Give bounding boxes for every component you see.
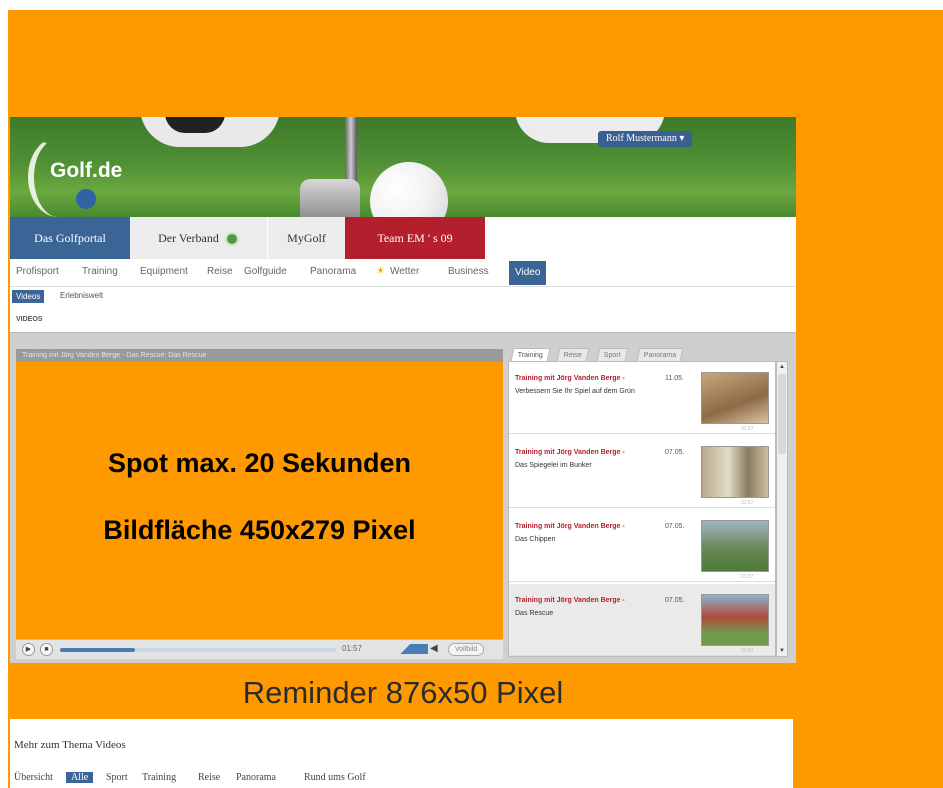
volume-slider[interactable] xyxy=(382,644,428,654)
tab-team-em[interactable]: Team EM ' s 09 xyxy=(345,217,485,259)
tab-verband[interactable]: Der Verband xyxy=(130,217,267,259)
filter-sport[interactable]: Sport xyxy=(106,772,128,783)
tab-verband-label: Der Verband xyxy=(158,231,219,245)
nav-item-profisport[interactable]: Profisport xyxy=(16,266,59,277)
playlist-scrollbar[interactable]: ▲ ▼ xyxy=(776,361,788,657)
spot-duration-label: Spot max. 20 Sekunden xyxy=(107,448,412,478)
player-title: Training mit Jörg Vanden Berge - Das Res… xyxy=(16,349,503,362)
nav-item-reise[interactable]: Reise xyxy=(207,266,233,277)
video-thumbnail[interactable] xyxy=(701,594,769,646)
progress-fill xyxy=(60,648,135,652)
time-display: 01:57 xyxy=(342,644,363,653)
video-thumbnail[interactable] xyxy=(701,372,769,424)
tab-training[interactable]: Training xyxy=(510,348,551,361)
subnav-item-videos[interactable]: Videos xyxy=(12,290,45,303)
verband-seal-icon xyxy=(224,232,239,247)
subnav-item-erlebniswelt[interactable]: Erlebniswelt xyxy=(60,291,103,300)
list-item-duration: 01:57 xyxy=(741,426,754,432)
header-banner: Golf.de Rolf Mustermann ▾ xyxy=(10,117,796,217)
nav-item-training[interactable]: Training xyxy=(82,266,118,277)
scroll-thumb[interactable] xyxy=(778,374,786,454)
nav-item-panorama[interactable]: Panorama xyxy=(310,266,356,277)
list-item-duration: 01:57 xyxy=(741,648,754,654)
sub-nav: Videos Erlebniswelt xyxy=(10,287,796,307)
user-menu-button[interactable]: Rolf Mustermann ▾ xyxy=(598,131,693,147)
breadcrumb-bar: VIDEOS xyxy=(10,307,796,333)
filter-training[interactable]: Training xyxy=(142,772,176,783)
filter-panorama[interactable]: Panorama xyxy=(236,772,276,783)
list-item-desc: Das Spiegelei im Bunker xyxy=(515,462,592,469)
nav-item-wetter[interactable]: Wetter xyxy=(390,266,419,277)
section-title: Mehr zum Thema Videos xyxy=(14,739,126,751)
site-logo[interactable]: Golf.de xyxy=(50,159,122,183)
list-item-date: 11.05. xyxy=(665,375,684,382)
list-item-title: Training mit Jörg Vanden Berge - xyxy=(515,597,625,604)
breadcrumb: VIDEOS xyxy=(16,316,43,323)
tab-reise[interactable]: Reise xyxy=(556,348,590,361)
list-item[interactable]: Training mit Jörg Vanden Berge - 07.05. … xyxy=(509,436,775,508)
video-thumbnail[interactable] xyxy=(701,520,769,572)
video-thumbnail[interactable] xyxy=(701,446,769,498)
video-screen[interactable] xyxy=(16,362,503,639)
list-item-title: Training mit Jörg Vanden Berge - xyxy=(515,523,625,530)
list-item-title: Training mit Jörg Vanden Berge - xyxy=(515,375,625,382)
filter-uebersicht[interactable]: Übersicht xyxy=(14,772,53,783)
filter-rund-ums-golf[interactable]: Rund ums Golf xyxy=(304,772,366,783)
spot-size-label: Bildfläche 450x279 Pixel xyxy=(103,515,416,545)
speaker-icon[interactable]: ◀ xyxy=(430,643,438,654)
stop-button[interactable]: ■ xyxy=(40,643,53,656)
video-playlist: Training mit Jörg Vanden Berge - 11.05. … xyxy=(508,361,776,657)
list-item-date: 07.05. xyxy=(665,597,685,604)
tab-golfportal[interactable]: Das Golfportal xyxy=(10,217,130,259)
tab-sport[interactable]: Sport xyxy=(596,348,629,361)
filter-alle[interactable]: Alle xyxy=(66,772,94,783)
list-item[interactable]: Training mit Jörg Vanden Berge - 07.05. … xyxy=(509,584,775,656)
nav-item-golfguide[interactable]: Golfguide xyxy=(244,266,287,277)
scroll-down-icon[interactable]: ▼ xyxy=(777,646,787,656)
list-item-date: 07.05. xyxy=(665,523,685,530)
golf-club-head-image xyxy=(300,179,360,217)
tab-mygolf[interactable]: MyGolf xyxy=(267,217,345,259)
list-item-desc: Das Chippen xyxy=(515,536,556,543)
reminder-label: Reminder 876x50 Pixel xyxy=(242,675,564,710)
list-item-desc: Das Rescue xyxy=(515,610,554,617)
tab-panorama[interactable]: Panorama xyxy=(636,348,684,361)
list-item-desc: Verbessern Sie Ihr Spiel auf dem Grün xyxy=(515,388,635,395)
progress-bar[interactable] xyxy=(60,648,336,652)
weather-icon: ☀ xyxy=(376,266,385,277)
golf-club-shaft-image xyxy=(345,117,357,187)
main-nav: Profisport Training Equipment Reise Golf… xyxy=(10,259,796,287)
portal-tabs: Das Golfportal Der Verband MyGolf Team E… xyxy=(10,217,796,259)
golf-ball-image xyxy=(370,162,448,217)
nav-item-equipment[interactable]: Equipment xyxy=(140,266,188,277)
nav-item-video[interactable]: Video xyxy=(509,261,547,285)
list-item[interactable]: Training mit Jörg Vanden Berge - 07.05. … xyxy=(509,510,775,582)
list-item-date: 07.05. xyxy=(665,449,685,456)
nav-item-business[interactable]: Business xyxy=(448,266,489,277)
more-videos-panel: Mehr zum Thema Videos Übersicht Alle Spo… xyxy=(10,719,793,788)
player-controls: ▶ ■ 01:57 ◀ Vollbild xyxy=(16,639,503,659)
list-item-title: Training mit Jörg Vanden Berge - xyxy=(515,449,625,456)
list-item[interactable]: Training mit Jörg Vanden Berge - 11.05. … xyxy=(509,362,775,434)
logo-dot-icon xyxy=(76,189,96,209)
list-item-duration: 01:57 xyxy=(741,574,754,580)
filter-reise[interactable]: Reise xyxy=(198,772,220,783)
fullscreen-button[interactable]: Vollbild xyxy=(448,643,485,656)
list-item-duration: 01:57 xyxy=(741,500,754,506)
play-button[interactable]: ▶ xyxy=(22,643,35,656)
scroll-up-icon[interactable]: ▲ xyxy=(777,362,787,372)
